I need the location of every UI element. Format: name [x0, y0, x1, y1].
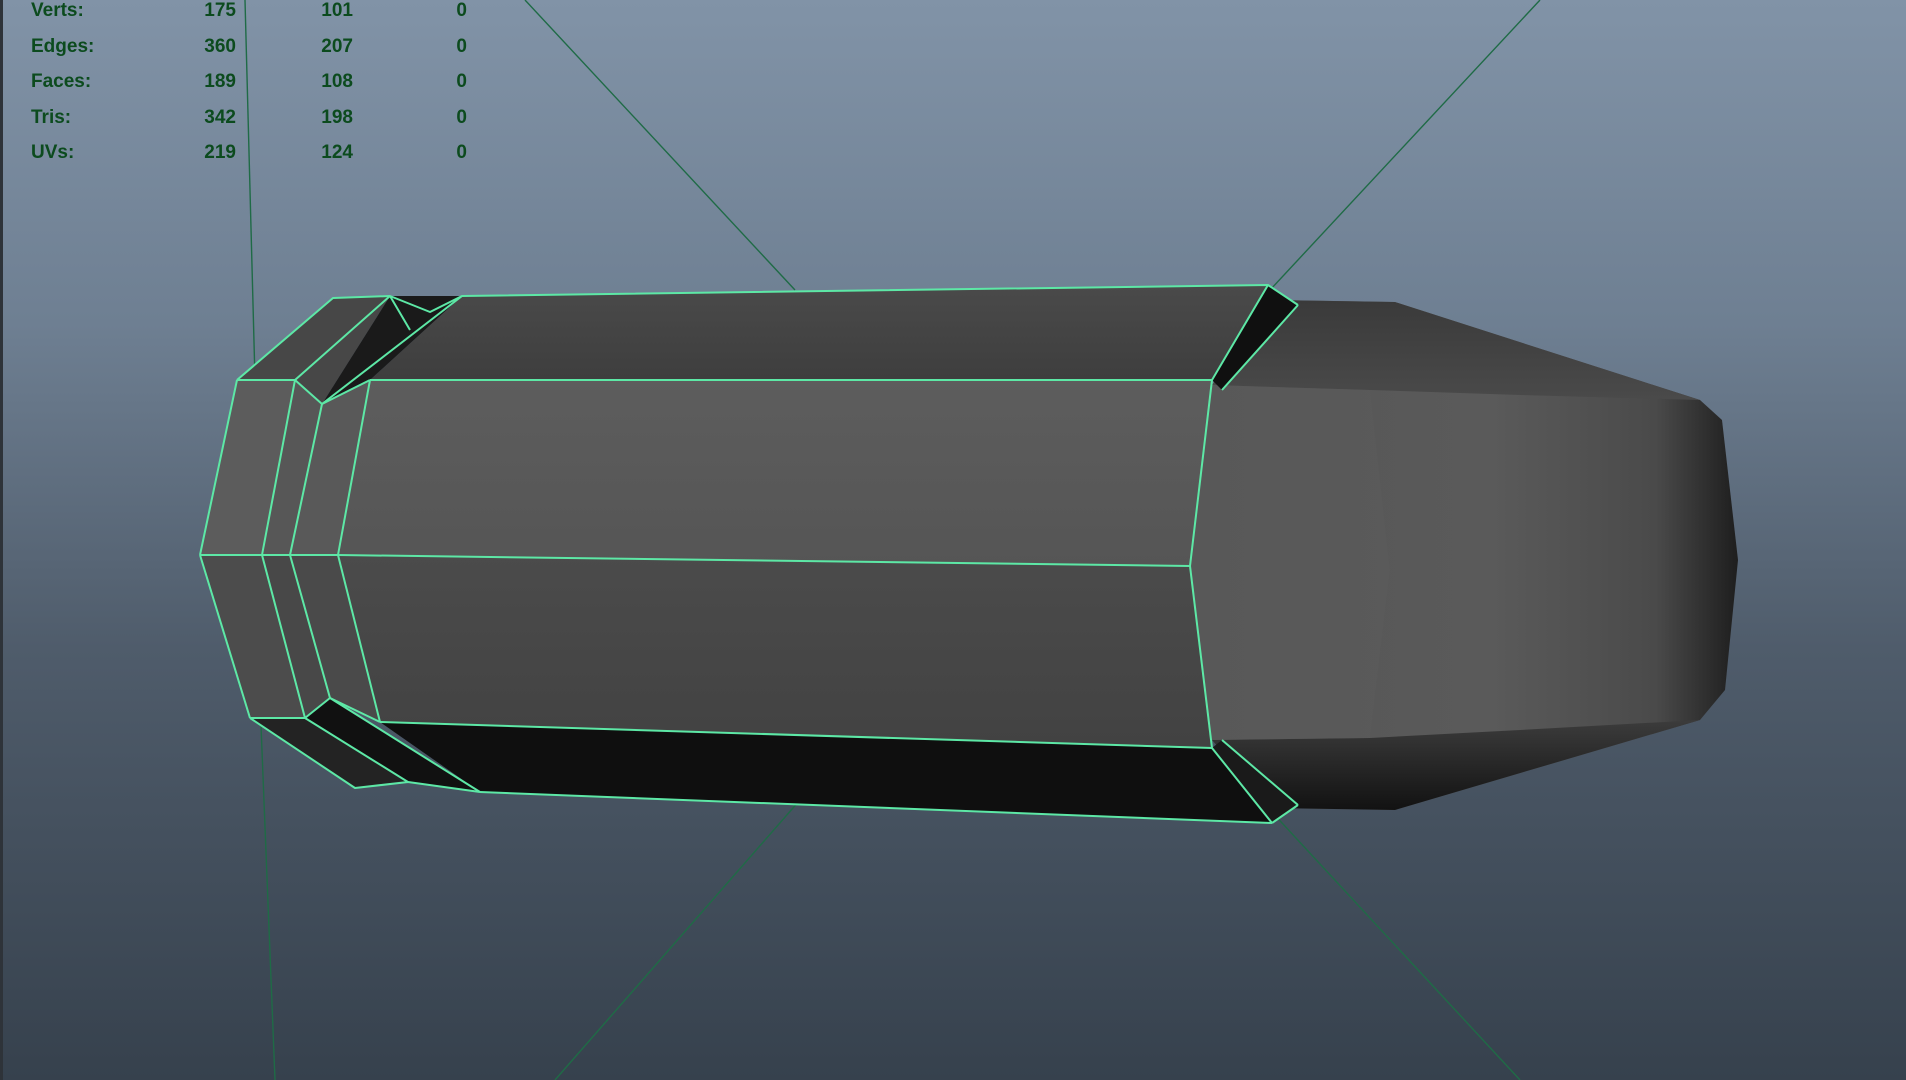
hud-value-selected: 198 [321, 107, 353, 128]
hud-value-selected: 101 [321, 0, 353, 21]
hud-row-tris: Tris: 342 198 0 [0, 107, 520, 129]
hud-value-object: 175 [204, 0, 236, 21]
hud-row-verts: Verts: 175 101 0 [0, 0, 520, 22]
hud-value-object: 219 [204, 142, 236, 163]
hud-value-components: 0 [456, 142, 467, 163]
hud-value-components: 0 [456, 0, 467, 21]
hud-value-selected: 124 [321, 142, 353, 163]
end-cap-mesh [1190, 300, 1738, 810]
hud-value-components: 0 [456, 107, 467, 128]
hud-label: Edges: [31, 36, 95, 57]
viewport-3d[interactable]: Verts: 175 101 0 Edges: 360 207 0 Faces:… [0, 0, 1906, 1080]
hud-label: Verts: [31, 0, 84, 21]
hud-row-faces: Faces: 189 108 0 [0, 71, 520, 93]
poly-count-hud: Verts: 175 101 0 Edges: 360 207 0 Faces:… [0, 0, 520, 175]
hud-value-object: 189 [204, 71, 236, 92]
body-mesh [200, 285, 1298, 823]
hud-value-selected: 108 [321, 71, 353, 92]
hud-label: Faces: [31, 71, 92, 92]
hud-row-uvs: UVs: 219 124 0 [0, 142, 520, 164]
hud-row-edges: Edges: 360 207 0 [0, 36, 520, 58]
hud-value-components: 0 [456, 71, 467, 92]
hud-value-object: 360 [204, 36, 236, 57]
hud-value-object: 342 [204, 107, 236, 128]
hud-value-selected: 207 [321, 36, 353, 57]
hud-label: UVs: [31, 142, 75, 163]
hud-label: Tris: [31, 107, 72, 128]
hud-value-components: 0 [456, 36, 467, 57]
